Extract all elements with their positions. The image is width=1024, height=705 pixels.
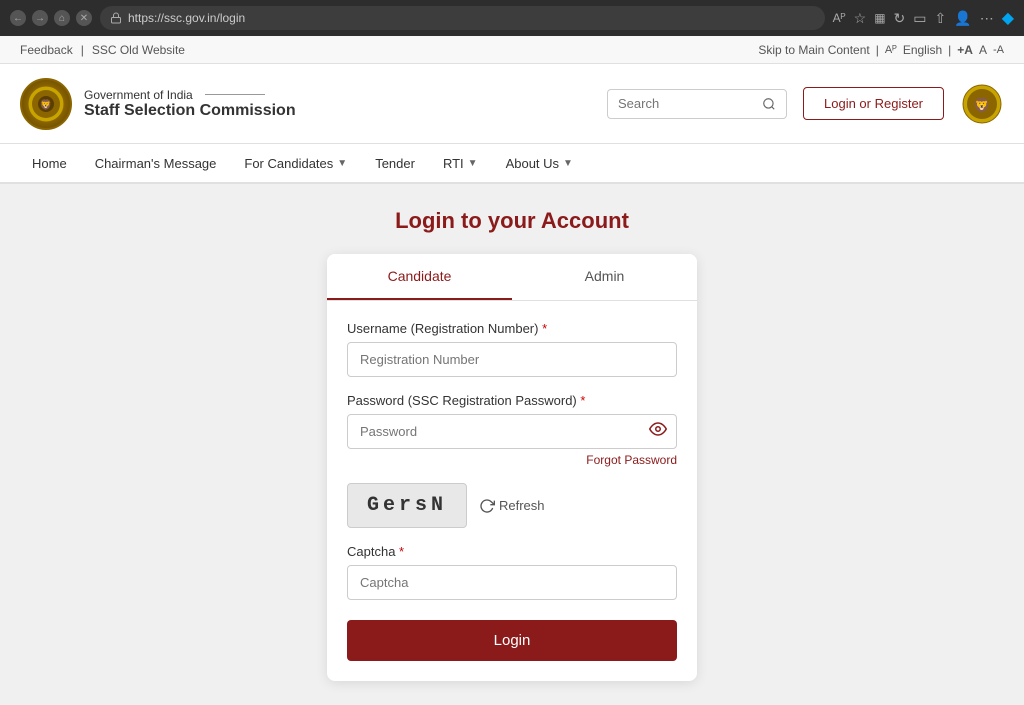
tab-bar: Candidate Admin (327, 254, 697, 301)
svg-text:🦁: 🦁 (40, 98, 52, 111)
username-required: * (542, 321, 547, 336)
username-label: Username (Registration Number) * (347, 321, 677, 336)
tab-candidate[interactable]: Candidate (327, 254, 512, 300)
feedback-link[interactable]: Feedback (20, 43, 73, 57)
username-input[interactable] (347, 342, 677, 377)
utility-separator: | (81, 43, 84, 57)
dropdown-icon-about: ▼ (563, 158, 573, 169)
old-website-link[interactable]: SSC Old Website (92, 43, 185, 57)
password-group: Password (SSC Registration Password) * F… (347, 393, 677, 467)
dropdown-icon-candidates: ▼ (337, 158, 347, 169)
login-button[interactable]: Login (347, 620, 677, 661)
gov-label: Government of India (84, 88, 296, 102)
utility-left: Feedback | SSC Old Website (20, 43, 185, 57)
nav-home[interactable]: Home (20, 148, 79, 179)
url-text: https://ssc.gov.in/login (128, 11, 245, 25)
home-button[interactable]: ⌂ (54, 10, 70, 26)
username-group: Username (Registration Number) * (347, 321, 677, 377)
tab-admin[interactable]: Admin (512, 254, 697, 300)
nav-tender[interactable]: Tender (363, 148, 427, 179)
language-label[interactable]: English (903, 43, 942, 57)
browser-chrome: ← → ⌂ ✕ https://ssc.gov.in/login Aᴾ ☆ ▦ … (0, 0, 1024, 36)
refresh-icon (479, 498, 495, 514)
utility-right: Skip to Main Content | Aᴾ English | +A A… (758, 43, 1004, 57)
captcha-row: GersN Refresh (347, 483, 677, 528)
dropdown-icon-rti: ▼ (468, 158, 478, 169)
password-required: * (580, 393, 585, 408)
logo-section: 🦁 Government of India Staff Selection Co… (20, 78, 296, 130)
search-box[interactable] (607, 89, 787, 119)
password-wrapper (347, 414, 677, 449)
text-normal-btn[interactable]: A (979, 43, 987, 57)
translate-icon[interactable]: Aᴾ (833, 11, 846, 25)
address-bar[interactable]: https://ssc.gov.in/login (100, 6, 825, 30)
more-icon[interactable]: ⋯ (980, 10, 994, 27)
header: 🦁 Government of India Staff Selection Co… (0, 64, 1024, 144)
share-icon[interactable]: ⇧ (935, 10, 947, 27)
profile-icon[interactable]: 👤 (954, 10, 971, 27)
browser-right-controls: Aᴾ ☆ ▦ ↻ ▭ ⇧ 👤 ⋯ ◆ (833, 8, 1014, 28)
logo-emblem: 🦁 (20, 78, 72, 130)
captcha-input[interactable] (347, 565, 677, 600)
password-input[interactable] (347, 414, 677, 449)
captcha-required: * (399, 544, 404, 559)
search-icon[interactable] (762, 96, 776, 112)
nav-for-candidates[interactable]: For Candidates ▼ (232, 148, 359, 179)
refresh-icon[interactable]: ↻ (894, 10, 906, 27)
star-icon[interactable]: ☆ (854, 10, 867, 27)
close-button[interactable]: ✕ (76, 10, 92, 26)
nav-about-us[interactable]: About Us ▼ (494, 148, 585, 179)
utility-sep2: | (876, 43, 879, 57)
nav-bar: Home Chairman's Message For Candidates ▼… (0, 144, 1024, 184)
login-card: Candidate Admin Username (Registration N… (327, 254, 697, 681)
login-form: Username (Registration Number) * Passwor… (327, 301, 697, 681)
back-button[interactable]: ← (10, 10, 26, 26)
browser-controls: ← → ⌂ ✕ (10, 10, 92, 26)
utility-sep3: | (948, 43, 951, 57)
duplicate-icon[interactable]: ▭ (913, 10, 926, 27)
forward-button[interactable]: → (32, 10, 48, 26)
login-register-button[interactable]: Login or Register (803, 87, 944, 120)
page-title: Login to your Account (395, 208, 629, 234)
password-label: Password (SSC Registration Password) * (347, 393, 677, 408)
svg-text:🦁: 🦁 (973, 97, 990, 114)
lock-icon (110, 12, 122, 24)
nav-rti[interactable]: RTI ▼ (431, 148, 490, 179)
captcha-group: Captcha * (347, 544, 677, 600)
forgot-password-link[interactable]: Forgot Password (347, 453, 677, 467)
language-icon: Aᴾ (885, 44, 897, 56)
ashoka-emblem-icon: 🦁 (27, 85, 65, 123)
edge-icon: ◆ (1002, 8, 1014, 28)
nav-chairmans-message[interactable]: Chairman's Message (83, 148, 229, 179)
main-content: Login to your Account Candidate Admin Us… (0, 184, 1024, 705)
utility-bar: Feedback | SSC Old Website Skip to Main … (0, 36, 1024, 64)
refresh-label: Refresh (499, 498, 545, 513)
refresh-captcha-button[interactable]: Refresh (479, 498, 545, 514)
captcha-label: Captcha * (347, 544, 677, 559)
text-large-btn[interactable]: +A (957, 43, 973, 57)
text-small-btn[interactable]: -A (993, 44, 1004, 56)
skip-main-link[interactable]: Skip to Main Content (758, 43, 869, 57)
eye-icon[interactable] (649, 420, 667, 443)
extensions-icon[interactable]: ▦ (874, 11, 885, 25)
header-center: Login or Register 🦁 (607, 82, 1004, 126)
header-right-emblem: 🦁 (960, 82, 1004, 126)
captcha-image: GersN (347, 483, 467, 528)
search-input[interactable] (618, 96, 756, 111)
org-label: Staff Selection Commission (84, 102, 296, 120)
logo-text: Government of India Staff Selection Comm… (84, 88, 296, 120)
